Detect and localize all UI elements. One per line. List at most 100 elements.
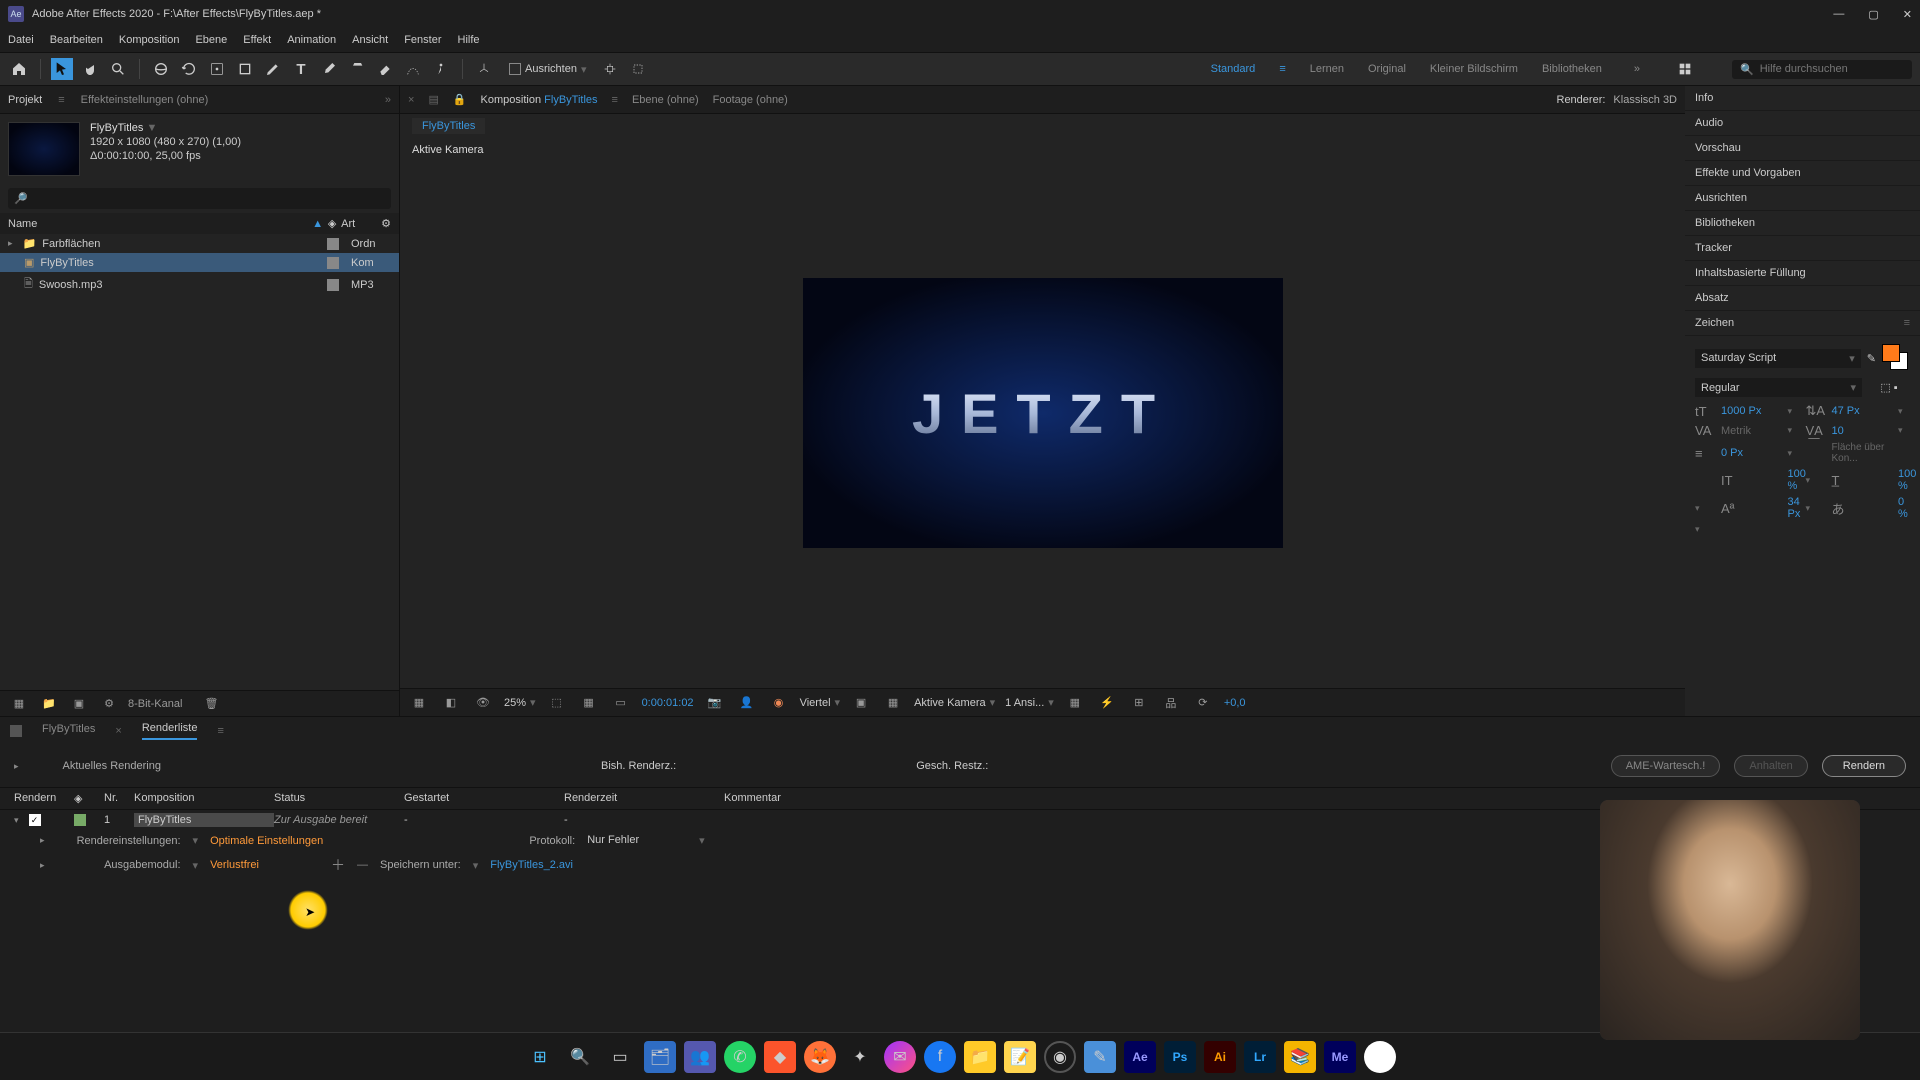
menu-ebene[interactable]: Ebene bbox=[195, 34, 227, 46]
tracking[interactable]: 10 bbox=[1832, 425, 1893, 437]
snap-bounds-icon[interactable] bbox=[627, 58, 649, 80]
col-settings-icon[interactable]: ⚙ bbox=[381, 217, 391, 230]
tab-komposition[interactable]: Komposition FlyByTitles bbox=[481, 94, 598, 106]
font-family-dropdown[interactable]: Saturday Script▾ bbox=[1695, 349, 1861, 368]
panel-effekte[interactable]: Effekte und Vorgaben bbox=[1685, 161, 1920, 186]
minimize-icon[interactable]: — bbox=[1833, 8, 1844, 21]
workspace-overflow-icon[interactable]: » bbox=[1634, 63, 1640, 75]
workspace-lernen[interactable]: Lernen bbox=[1310, 63, 1344, 75]
flowchart-icon[interactable]: 品 bbox=[1160, 692, 1182, 714]
viewer-always-preview-icon[interactable]: ▤ bbox=[428, 93, 438, 106]
project-search[interactable]: 🔎 bbox=[8, 188, 391, 209]
guides-icon[interactable]: ▭ bbox=[610, 692, 632, 714]
render-button[interactable]: Rendern bbox=[1822, 755, 1906, 777]
swap-colors-icon[interactable]: ⬚ ▪ bbox=[1868, 381, 1910, 394]
output-module-twirl[interactable]: ▸ bbox=[40, 860, 45, 871]
pen-tool-icon[interactable] bbox=[262, 58, 284, 80]
zoom-level[interactable]: 25% ▾ bbox=[504, 696, 536, 709]
local-axis-icon[interactable] bbox=[473, 58, 495, 80]
sort-indicator-icon[interactable]: ▲ bbox=[312, 218, 323, 230]
eraser-tool-icon[interactable] bbox=[374, 58, 396, 80]
taskbar-search-icon[interactable]: 🔍 bbox=[564, 1041, 596, 1073]
type-tool-icon[interactable]: T bbox=[290, 58, 312, 80]
brave-icon[interactable]: ◆ bbox=[764, 1041, 796, 1073]
tab-renderliste[interactable]: Renderliste bbox=[142, 722, 198, 740]
home-icon[interactable] bbox=[8, 58, 30, 80]
snap-options-icon[interactable] bbox=[599, 58, 621, 80]
panel-ausrichten[interactable]: Ausrichten bbox=[1685, 186, 1920, 211]
fast-preview-icon[interactable]: ⚡ bbox=[1096, 692, 1118, 714]
explorer-icon[interactable]: 🗂 bbox=[644, 1041, 676, 1073]
label-col-icon[interactable]: ◈ bbox=[323, 217, 341, 230]
lightroom-icon[interactable]: Lr bbox=[1244, 1041, 1276, 1073]
snapshot-icon[interactable]: 📷 bbox=[704, 692, 726, 714]
resolution-dropdown[interactable]: Viertel ▾ bbox=[800, 696, 841, 709]
app-icon-3[interactable] bbox=[1364, 1041, 1396, 1073]
task-view-icon[interactable]: ▭ bbox=[604, 1041, 636, 1073]
snap-toggle[interactable]: Ausrichten ▾ bbox=[509, 63, 587, 76]
canvas[interactable]: Aktive Kamera JETZT bbox=[400, 138, 1685, 688]
col-type[interactable]: Art bbox=[341, 218, 381, 230]
panel-info[interactable]: Info bbox=[1685, 86, 1920, 111]
bit-depth[interactable]: 8-Bit-Kanal bbox=[128, 698, 182, 710]
media-encoder-icon[interactable]: Me bbox=[1324, 1041, 1356, 1073]
workspace-home-icon[interactable] bbox=[1674, 58, 1696, 80]
project-item-comp[interactable]: ▣ FlyByTitles Kom bbox=[0, 253, 399, 272]
messenger-icon[interactable]: ✉ bbox=[884, 1041, 916, 1073]
font-style-dropdown[interactable]: Regular▾ bbox=[1695, 378, 1862, 397]
menu-komposition[interactable]: Komposition bbox=[119, 34, 180, 46]
res-auto-icon[interactable]: ⬚ bbox=[546, 692, 568, 714]
tab-timeline-comp[interactable]: FlyByTitles bbox=[42, 723, 95, 739]
rotate-tool-icon[interactable] bbox=[178, 58, 200, 80]
alpha-icon[interactable]: ▦ bbox=[408, 692, 430, 714]
photoshop-icon[interactable]: Ps bbox=[1164, 1041, 1196, 1073]
zoom-tool-icon[interactable] bbox=[107, 58, 129, 80]
pixel-aspect-icon[interactable]: ▦ bbox=[1064, 692, 1086, 714]
project-item-audio[interactable]: 🗎 Swoosh.mp3 MP3 bbox=[0, 272, 399, 297]
refresh-icon[interactable]: ⟳ bbox=[1192, 692, 1214, 714]
teams-icon[interactable]: 👥 bbox=[684, 1041, 716, 1073]
start-icon[interactable]: ⊞ bbox=[524, 1041, 556, 1073]
menu-fenster[interactable]: Fenster bbox=[404, 34, 441, 46]
anchor-tool-icon[interactable] bbox=[206, 58, 228, 80]
orbit-tool-icon[interactable] bbox=[150, 58, 172, 80]
font-size[interactable]: 1000 Px bbox=[1721, 405, 1782, 417]
leading[interactable]: 47 Px bbox=[1832, 405, 1893, 417]
timeline-icon[interactable]: ⊞ bbox=[1128, 692, 1150, 714]
stroke-mode[interactable]: Fläche über Kon... bbox=[1832, 442, 1911, 464]
mask-icon[interactable]: 👁 bbox=[472, 692, 494, 714]
views-dropdown[interactable]: 1 Ansi... ▾ bbox=[1005, 696, 1054, 709]
maximize-icon[interactable]: ▢ bbox=[1868, 8, 1878, 21]
render-settings-twirl[interactable]: ▸ bbox=[40, 835, 45, 846]
panel-tracker[interactable]: Tracker bbox=[1685, 236, 1920, 261]
output-module-link[interactable]: Verlustfrei bbox=[210, 859, 259, 871]
workspace-original[interactable]: Original bbox=[1368, 63, 1406, 75]
new-comp-icon[interactable]: ▣ bbox=[68, 693, 90, 715]
tab-project[interactable]: Projekt bbox=[8, 94, 42, 106]
add-output-icon[interactable]: ＋ bbox=[331, 855, 345, 875]
workspace-bibliotheken[interactable]: Bibliotheken bbox=[1542, 63, 1602, 75]
lock-icon[interactable]: × bbox=[408, 94, 414, 106]
menu-effekt[interactable]: Effekt bbox=[243, 34, 271, 46]
vscale[interactable]: 100 % bbox=[1788, 468, 1800, 492]
workspace-klein[interactable]: Kleiner Bildschirm bbox=[1430, 63, 1518, 75]
menu-hilfe[interactable]: Hilfe bbox=[458, 34, 480, 46]
obs-icon[interactable]: ◉ bbox=[1044, 1041, 1076, 1073]
new-folder-icon[interactable]: 📁 bbox=[38, 693, 60, 715]
color-swatch[interactable] bbox=[1882, 344, 1910, 372]
notes-icon[interactable]: 📝 bbox=[1004, 1041, 1036, 1073]
renderer-value[interactable]: Klassisch 3D bbox=[1613, 94, 1677, 106]
menu-animation[interactable]: Animation bbox=[287, 34, 336, 46]
eyedropper-icon[interactable]: ✎ bbox=[1867, 352, 1876, 365]
editor-icon[interactable]: ✎ bbox=[1084, 1041, 1116, 1073]
tsume[interactable]: 0 % bbox=[1898, 496, 1910, 520]
app-icon-1[interactable]: ✦ bbox=[844, 1041, 876, 1073]
panel-overflow-icon[interactable]: » bbox=[385, 94, 391, 106]
color-mgmt-icon[interactable]: ◉ bbox=[768, 692, 790, 714]
tab-ebene[interactable]: Ebene (ohne) bbox=[632, 94, 699, 106]
help-search[interactable]: 🔍 Hilfe durchsuchen bbox=[1732, 60, 1912, 79]
stroke-width[interactable]: 0 Px bbox=[1721, 447, 1782, 459]
whatsapp-icon[interactable]: ✆ bbox=[724, 1041, 756, 1073]
output-file-link[interactable]: FlyByTitles_2.avi bbox=[490, 859, 573, 871]
project-settings-icon[interactable]: ⚙ bbox=[98, 693, 120, 715]
